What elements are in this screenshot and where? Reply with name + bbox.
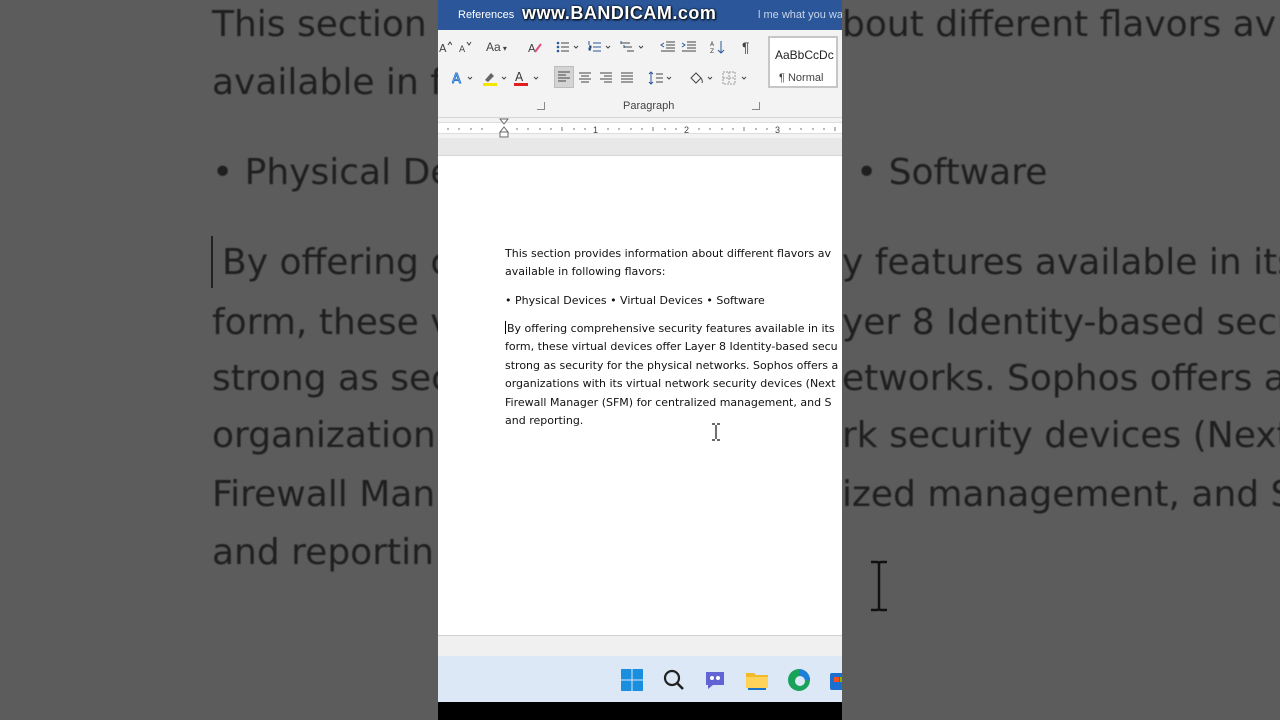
document-page[interactable]: This section provides information about … — [438, 156, 842, 636]
bg-p-line-1-left: By offering c — [222, 242, 451, 283]
ruler-number-2: 2 — [684, 125, 690, 135]
bg-p-line-5-left: Firewall Man — [212, 474, 436, 515]
file-explorer-icon[interactable] — [745, 668, 769, 692]
decrease-indent-icon[interactable] — [660, 40, 676, 54]
bg-line-2: available in f — [212, 62, 443, 103]
font-dialog-launcher[interactable] — [537, 102, 545, 110]
bg-bullets-right: • Software — [856, 152, 1048, 193]
doc-body-line-1: By offering comprehensive security featu… — [507, 322, 835, 335]
doc-body-line-6: and reporting. — [505, 414, 584, 428]
taskbar — [438, 656, 842, 702]
increase-indent-icon[interactable] — [681, 40, 697, 54]
bg-ibeam-cursor-icon — [871, 560, 887, 612]
style-name-label: ¶ Normal — [779, 72, 824, 84]
bg-p-line-6-left: and reportin — [212, 532, 434, 573]
doc-bullets[interactable]: • Physical Devices • Virtual Devices • S… — [505, 292, 765, 310]
bg-p-line-2-left: form, these v — [212, 302, 452, 343]
numbering-icon[interactable] — [588, 40, 612, 54]
title-bar: References www.BANDICAM.com l me what yo… — [438, 0, 842, 30]
tab-references[interactable]: References — [458, 9, 514, 21]
bg-p-line-5-right: ized management, and S — [842, 474, 1280, 515]
highlight-color-icon[interactable] — [482, 70, 510, 86]
tell-me-search[interactable]: l me what you wa — [758, 9, 842, 21]
align-right-icon[interactable] — [599, 71, 613, 85]
svg-text:A: A — [710, 41, 715, 48]
bg-p-line-4-left: organization: — [212, 415, 448, 456]
ribbon: A A Aa ▾ A AZ ¶ A A Paragraph AaBbCcDc ¶… — [438, 30, 842, 118]
show-formatting-icon[interactable]: ¶ — [742, 39, 750, 55]
bg-line-1: This section — [212, 4, 427, 45]
doc-body-line-4: organizations with its virtual network s… — [505, 377, 836, 391]
text-caret — [505, 321, 506, 334]
bg-bullets-left: • Physical De — [212, 152, 453, 193]
svg-text:A: A — [515, 70, 524, 84]
edge-icon[interactable] — [787, 668, 811, 692]
page-gap — [438, 138, 842, 156]
svg-text:A: A — [452, 72, 461, 86]
bottom-letterbox — [438, 702, 842, 720]
ibeam-cursor-icon — [712, 423, 720, 441]
bullets-icon[interactable] — [556, 40, 580, 54]
word-window: References www.BANDICAM.com l me what yo… — [438, 0, 842, 720]
grow-font-icon[interactable]: A — [438, 40, 452, 54]
align-center-icon[interactable] — [578, 71, 592, 85]
text-effects-icon[interactable]: A — [452, 70, 474, 86]
bg-line-1-right: bout different flavors av — [842, 4, 1277, 45]
ruler-number-1: 1 — [593, 125, 599, 135]
change-case-label: Aa — [486, 40, 501, 54]
multilevel-list-icon[interactable] — [620, 40, 646, 54]
bg-p-line-1-right: y features available in its — [842, 242, 1280, 283]
search-icon[interactable] — [662, 668, 686, 692]
doc-body-line-2: form, these virtual devices offer Layer … — [505, 340, 838, 354]
bg-p-line-3-right: etworks. Sophos offers a — [842, 358, 1280, 399]
style-normal[interactable]: AaBbCcDc ¶ Normal — [768, 36, 838, 88]
doc-paragraph-body[interactable]: By offering comprehensive security featu… — [505, 320, 838, 430]
line-spacing-icon[interactable] — [648, 70, 674, 86]
indent-marker-icon[interactable] — [499, 118, 509, 138]
paragraph-group-label: Paragraph — [623, 100, 675, 112]
status-area — [438, 635, 842, 656]
change-case-button[interactable]: Aa ▾ — [486, 40, 507, 54]
bg-p-line-4-right: rk security devices (Next — [842, 415, 1280, 456]
bg-p-line-3-left: strong as sec — [212, 358, 451, 399]
svg-text:A: A — [528, 42, 536, 54]
font-color-icon[interactable]: A — [514, 70, 542, 86]
chat-icon[interactable] — [703, 668, 727, 692]
clear-formatting-icon[interactable]: A — [528, 40, 542, 54]
windows-start-icon[interactable] — [620, 668, 644, 692]
store-icon[interactable] — [828, 668, 842, 692]
borders-icon[interactable] — [722, 70, 750, 86]
svg-text:A: A — [459, 45, 466, 54]
shrink-font-icon[interactable]: A — [458, 40, 472, 54]
doc-intro-line-2: available in following flavors: — [505, 265, 666, 279]
doc-intro-line-1: This section provides information about … — [505, 247, 831, 260]
style-sample-text: AaBbCcDc — [775, 48, 834, 62]
align-left-button[interactable] — [554, 66, 574, 88]
svg-text:Z: Z — [710, 48, 714, 54]
justify-icon[interactable] — [620, 71, 634, 85]
shading-icon[interactable] — [688, 70, 716, 86]
doc-body-line-3: strong as security for the physical netw… — [505, 358, 839, 372]
bg-text-caret — [211, 236, 213, 288]
paragraph-dialog-launcher[interactable] — [752, 102, 760, 110]
doc-body-line-5: Firewall Manager (SFM) for centralized m… — [505, 395, 832, 409]
sort-icon[interactable]: AZ — [710, 40, 726, 54]
horizontal-ruler[interactable]: 1 2 3 — [438, 118, 842, 138]
bg-p-line-2-right: yer 8 Identity-based secu — [842, 302, 1280, 343]
ruler-number-3: 3 — [775, 125, 781, 135]
doc-paragraph-intro[interactable]: This section provides information about … — [505, 245, 831, 282]
svg-text:A: A — [439, 42, 447, 54]
bandicam-watermark: www.BANDICAM.com — [522, 3, 717, 23]
